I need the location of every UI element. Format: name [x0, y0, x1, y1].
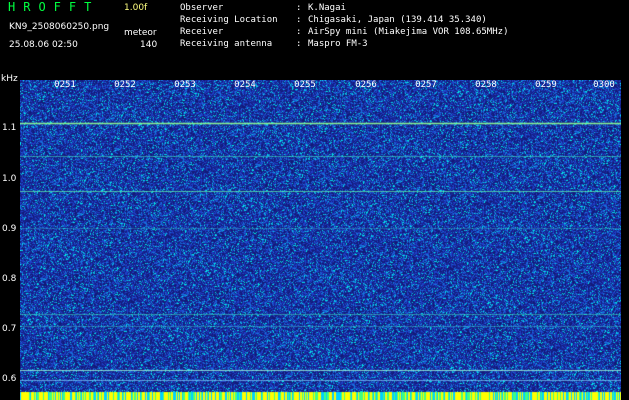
y-tick-label: 1.0 [2, 174, 17, 184]
observer-value: K.Nagai [308, 3, 346, 13]
antenna-sep: : [296, 39, 302, 49]
y-tick-label: 0.9 [2, 224, 17, 234]
location-value: Chigasaki, Japan (139.414 35.340) [308, 15, 487, 25]
antenna-label: Receiving antenna [180, 39, 273, 49]
receiver-value: AirSpy mini (Miakejima VOR 108.65MHz) [308, 27, 509, 37]
x-tick-label: 0258 [475, 80, 497, 90]
observer-sep: : [296, 3, 302, 13]
x-tick-label: 0253 [174, 80, 196, 90]
y-tick-label: 0.7 [2, 324, 17, 334]
receiver-sep: : [296, 27, 302, 37]
count-label: 140 [140, 40, 158, 50]
detection-label: meteor [124, 28, 157, 38]
antenna-value: Maspro FM-3 [308, 39, 368, 49]
y-tick-label: 0.6 [2, 374, 17, 384]
datetime-label: 25.08.06 02:50 [9, 40, 78, 50]
x-tick-label: 0256 [355, 80, 377, 90]
y-tick-label: 1.1 [2, 123, 17, 133]
version-label: 1.00f [124, 3, 148, 13]
location-label: Receiving Location [180, 15, 278, 25]
x-tick-label: 0254 [234, 80, 256, 90]
filename-label: KN9_2508060250.png [9, 22, 110, 32]
x-tick-label: 0257 [415, 80, 437, 90]
x-tick-label: 0251 [54, 80, 76, 90]
hrofft-window: HROFFT 1.00f KN9_2508060250.png meteor 2… [0, 0, 629, 400]
observer-label: Observer [180, 3, 224, 13]
app-title: HROFFT [8, 0, 100, 14]
x-tick-label: 0255 [294, 80, 316, 90]
x-tick-label: 0259 [535, 80, 557, 90]
y-tick-label: 0.8 [2, 274, 17, 284]
spectrogram-canvas [20, 80, 621, 400]
location-sep: : [296, 15, 302, 25]
y-axis-unit: kHz [1, 74, 18, 84]
receiver-label: Receiver [180, 27, 224, 37]
x-tick-label: 0300 [593, 80, 615, 90]
x-tick-label: 0252 [114, 80, 136, 90]
